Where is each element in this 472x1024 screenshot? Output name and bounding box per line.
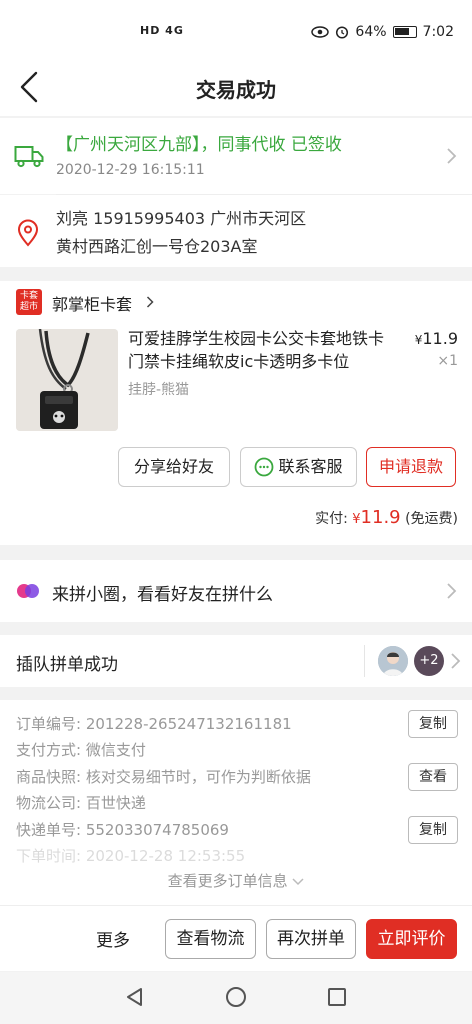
recipient-name-phone: 刘亮 15915995403 广州市天河区 [56, 209, 307, 228]
truck-icon [14, 146, 44, 168]
shop-badge-line1: 卡套 [19, 291, 38, 301]
chat-bubble-icon [255, 457, 274, 477]
eye-icon [311, 26, 330, 38]
page-title: 交易成功 [196, 78, 276, 102]
recipient-address: 黄村西路汇创一号仓203A室 [56, 237, 258, 256]
shop-name[interactable]: 郭掌柜卡套 [52, 291, 132, 315]
product-spec: 挂脖-熊猫 [128, 382, 190, 398]
row-value: 核对交易细节时，可作为判断依据 [85, 768, 311, 786]
shop-card: 卡套 超市 郭掌柜卡套 可爱挂脖学生校园卡公交卡套地铁卡门禁卡挂绳软皮ic卡透明… [0, 281, 472, 545]
network-indicator: HD 4G [140, 24, 184, 37]
chevron-right-icon [447, 148, 457, 164]
lanyard-card-holder-icon [16, 329, 118, 431]
group-buy-status: 插队拼单成功 [16, 655, 118, 675]
system-navigation-bar [0, 972, 472, 1024]
price-value: 11.9 [422, 329, 458, 348]
group-buy-row[interactable]: 插队拼单成功 +2 [0, 635, 472, 687]
shop-badge-line2: 超市 [19, 302, 38, 312]
logistics-time: 2020-12-29 16:15:11 [56, 162, 205, 178]
chevron-right-icon [146, 296, 154, 308]
row-label: 支付方式: [16, 741, 86, 759]
address-card: 刘亮 15915995403 广州市天河区 黄村西路汇创一号仓203A室 [0, 195, 472, 267]
product-title[interactable]: 可爱挂脖学生校园卡公交卡套地铁卡门禁卡挂绳软皮ic卡透明多卡位 [128, 327, 398, 373]
view-logistics-button[interactable]: 查看物流 [165, 919, 256, 959]
paid-currency: ¥ [352, 512, 361, 527]
more-members-badge: +2 [414, 646, 444, 676]
order-info-card: 订单编号: 201228-265247132161181 复制 支付方式: 微信… [0, 700, 472, 905]
tracking-number-row: 快递单号: 552033074785069 [16, 819, 229, 840]
clock: 7:02 [422, 24, 454, 40]
copy-tracking-number-button[interactable]: 复制 [408, 816, 458, 844]
paid-label: 实付: [315, 511, 353, 527]
row-label: 商品快照: [16, 768, 86, 786]
payment-method-row: 支付方式: 微信支付 [16, 739, 146, 760]
row-label: 订单编号: [16, 715, 86, 733]
system-recents-icon[interactable] [326, 986, 348, 1008]
friends-circle-banner[interactable]: 来拼小圈，看看好友在拼什么 [0, 560, 472, 622]
battery-icon [392, 26, 417, 38]
product-image[interactable] [16, 329, 118, 431]
alarm-icon [336, 26, 349, 39]
row-label: 物流公司: [16, 794, 86, 812]
chevron-right-icon [451, 653, 461, 669]
bottom-action-bar: 更多 查看物流 再次拼单 立即评价 [0, 905, 472, 971]
divider [364, 645, 365, 677]
status-right: 64% 7:02 [311, 24, 454, 40]
more-button[interactable]: 更多 [96, 926, 130, 951]
status-bar: HD 4G 64% 7:02 [0, 0, 472, 58]
view-snapshot-button[interactable]: 查看 [408, 763, 458, 791]
avatar [378, 646, 408, 676]
refund-button[interactable]: 申请退款 [366, 447, 456, 487]
row-label: 下单时间: [16, 847, 86, 865]
row-value: 201228-265247132161181 [85, 715, 292, 733]
order-time-row: 下单时间: 2020-12-28 12:53:55 [16, 845, 245, 866]
order-number-row: 订单编号: 201228-265247132161181 [16, 713, 292, 734]
contact-service-button[interactable]: 联系客服 [240, 447, 357, 487]
system-back-icon[interactable] [124, 986, 146, 1008]
paid-amount: 实付: ¥11.9 (免运费) [315, 507, 458, 528]
product-quantity: ×1 [437, 353, 458, 369]
row-value: 2020-12-28 12:53:55 [85, 847, 246, 865]
product-price: ¥11.9 [415, 329, 458, 348]
review-button[interactable]: 立即评价 [366, 919, 457, 959]
paid-value: 11.9 [360, 507, 401, 528]
nav-bar: 交易成功 [0, 58, 472, 116]
share-button[interactable]: 分享给好友 [118, 447, 230, 487]
friends-circle-icon [17, 584, 39, 598]
paid-note: (免运费) [400, 511, 458, 527]
logistics-status: 【广州天河区九部】，同事代收 已签收 [56, 135, 342, 155]
snapshot-row: 商品快照: 核对交易细节时，可作为判断依据 [16, 766, 311, 787]
copy-order-number-button[interactable]: 复制 [408, 710, 458, 738]
shop-badge: 卡套 超市 [16, 289, 42, 315]
rebuy-button[interactable]: 再次拼单 [266, 919, 356, 959]
row-value: 微信支付 [85, 741, 146, 759]
battery-percent: 64% [355, 24, 387, 40]
system-home-icon[interactable] [225, 986, 247, 1008]
row-label: 快递单号: [16, 821, 86, 839]
location-pin-icon [17, 219, 39, 247]
chevron-down-icon [292, 878, 304, 886]
row-value: 百世快递 [85, 794, 146, 812]
logistics-card[interactable]: 【广州天河区九部】，同事代收 已签收 2020-12-29 16:15:11 [0, 118, 472, 194]
friends-circle-text: 来拼小圈，看看好友在拼什么 [52, 585, 273, 605]
courier-company-row: 物流公司: 百世快递 [16, 792, 146, 813]
chevron-right-icon [447, 583, 457, 599]
view-more-label: 查看更多订单信息 [167, 872, 288, 890]
view-more-order-info[interactable]: 查看更多订单信息 [0, 870, 472, 891]
contact-service-label: 联系客服 [278, 457, 343, 476]
row-value: 552033074785069 [85, 821, 229, 839]
